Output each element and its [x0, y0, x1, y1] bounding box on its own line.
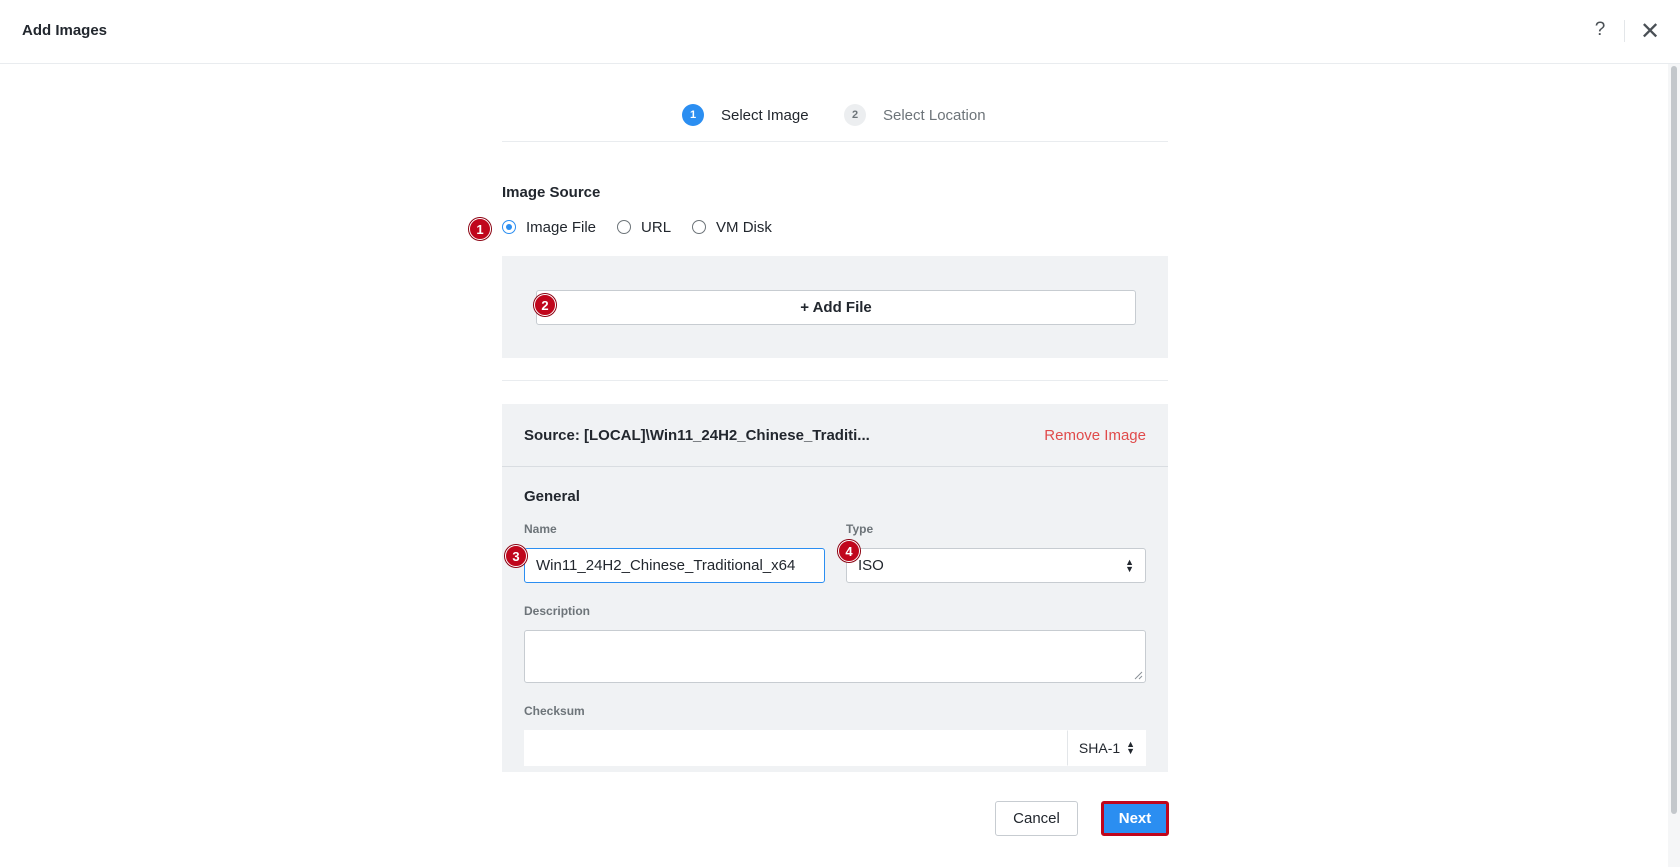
radio-url[interactable]: URL	[617, 219, 671, 236]
header-divider	[1624, 20, 1625, 42]
step-label: Select Image	[721, 106, 809, 124]
radio-button[interactable]	[617, 220, 632, 234]
select-arrows-icon: ▲ ▼	[1125, 556, 1134, 574]
annotation-marker-1: 1	[469, 218, 491, 240]
radio-vm-disk[interactable]: VM Disk	[692, 219, 772, 236]
radio-button-checked[interactable]	[502, 220, 516, 234]
checksum-input[interactable]	[524, 730, 1068, 766]
description-textarea[interactable]	[524, 630, 1146, 683]
step-select-image[interactable]: 1 Select Image	[682, 104, 809, 126]
image-details-panel: Source: [LOCAL]\Win11_24H2_Chinese_Tradi…	[502, 404, 1168, 772]
radio-button[interactable]	[692, 220, 707, 234]
image-source-radio-group: Image File URL VM Disk	[502, 217, 793, 237]
radio-image-file[interactable]: Image File	[502, 219, 596, 236]
general-heading: General	[524, 488, 580, 505]
radio-label: URL	[641, 218, 672, 236]
checksum-algorithm-select[interactable]: SHA-1 ▲ ▼	[1068, 730, 1146, 766]
step-select-location[interactable]: 2 Select Location	[844, 104, 986, 126]
section-divider	[502, 380, 1168, 381]
wizard-steps: 1 Select Image 2 Select Location	[502, 92, 1168, 142]
image-source-heading: Image Source	[502, 184, 601, 201]
name-label: Name	[524, 522, 557, 536]
close-icon[interactable]: ✕	[1637, 17, 1663, 45]
remove-image-link[interactable]: Remove Image	[1044, 427, 1146, 444]
radio-label: Image File	[526, 218, 597, 236]
annotation-marker-3: 3	[505, 545, 527, 567]
description-label: Description	[524, 604, 591, 618]
type-select[interactable]: ISO ▲ ▼	[846, 548, 1146, 583]
annotation-marker-4: 4	[838, 540, 860, 562]
name-input-value: Win11_24H2_Chinese_Traditional_x64	[536, 557, 796, 574]
file-upload-panel: + Add File	[502, 256, 1168, 358]
name-input[interactable]: Win11_24H2_Chinese_Traditional_x64	[524, 548, 825, 583]
checksum-algorithm-value: SHA-1	[1078, 740, 1121, 756]
add-file-button[interactable]: + Add File	[536, 290, 1136, 325]
radio-label: VM Disk	[716, 218, 772, 236]
cancel-button[interactable]: Cancel	[995, 801, 1078, 836]
question-mark-icon[interactable]: ?	[1589, 19, 1611, 43]
step-number-badge: 1	[682, 104, 704, 126]
vertical-scrollbar[interactable]	[1668, 64, 1680, 867]
dialog-title: Add Images	[22, 22, 108, 39]
type-select-value: ISO	[858, 557, 884, 574]
scrollbar-thumb[interactable]	[1671, 66, 1677, 814]
resize-grip-icon[interactable]	[1134, 671, 1143, 680]
next-button[interactable]: Next	[1101, 801, 1169, 836]
select-arrows-icon: ▲ ▼	[1126, 739, 1136, 756]
step-label: Select Location	[883, 106, 986, 124]
checksum-label: Checksum	[524, 704, 585, 718]
dialog-header: Add Images ? ✕	[0, 0, 1680, 64]
source-path: Source: [LOCAL]\Win11_24H2_Chinese_Tradi…	[524, 427, 870, 444]
step-number-badge: 2	[844, 104, 866, 126]
source-header: Source: [LOCAL]\Win11_24H2_Chinese_Tradi…	[502, 404, 1168, 467]
annotation-marker-2: 2	[534, 294, 556, 316]
type-label: Type	[846, 522, 874, 536]
